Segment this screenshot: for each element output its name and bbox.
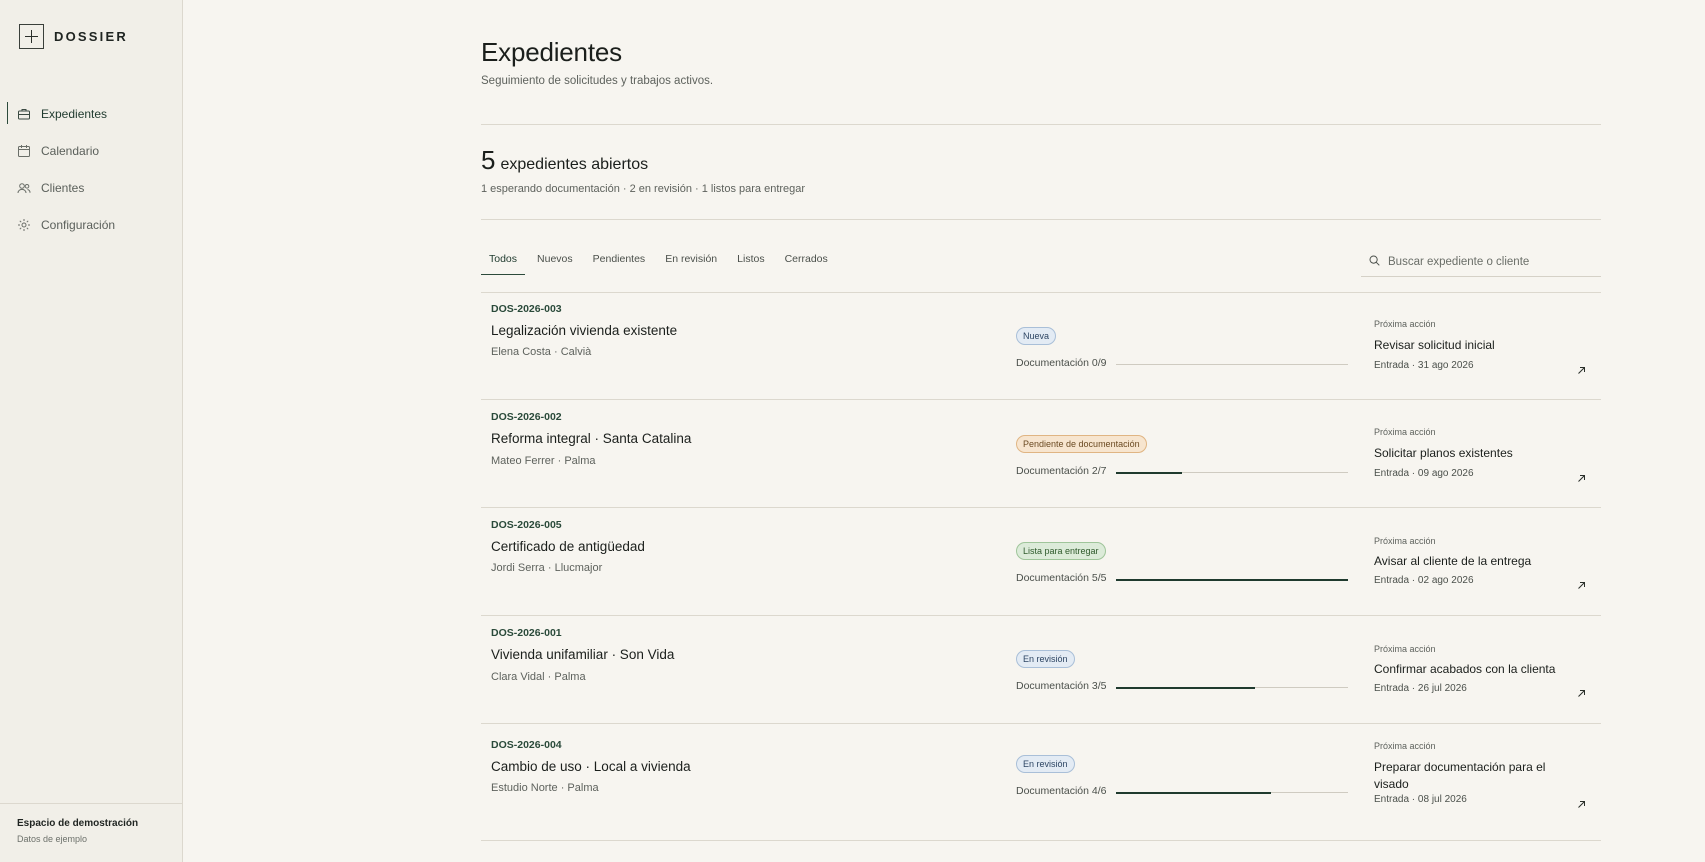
next-action: Preparar documentación para el visado [1374,760,1546,791]
tab-en-revision[interactable]: En revisión [657,253,725,275]
search-icon [1369,253,1380,271]
status-badge: En revisión [1016,650,1075,668]
sidebar-nav: Expedientes Calendario Clientes Configur… [0,95,183,243]
documentation-progress-fill [1116,471,1183,474]
case-code: DOS-2026-001 [491,627,562,639]
sidebar-item-calendario[interactable]: Calendario [0,132,183,169]
sidebar-item-configuracion[interactable]: Configuración [0,206,183,243]
case-title[interactable]: Reforma integral · Santa Catalina [491,431,691,446]
case-row[interactable]: DOS-2026-002 Reforma integral · Santa Cat… [481,400,1601,508]
open-arrow-icon[interactable] [1577,685,1587,697]
next-action-label: Próxima acción [1374,536,1436,546]
status-badge: Nueva [1016,327,1057,345]
tab-listos[interactable]: Listos [729,253,772,275]
next-action: Avisar al cliente de la entrega [1374,554,1532,568]
documentation-progress-fill [1116,791,1271,794]
case-code: DOS-2026-005 [491,519,562,531]
workspace-subtitle: Datos de ejemplo [17,834,88,844]
documentation-count: Documentación 3/5 [1016,680,1107,692]
plus-icon [19,24,44,49]
next-action-label: Próxima acción [1374,427,1436,437]
case-row[interactable]: DOS-2026-005 Certificado de antigüedad Jor… [481,508,1601,616]
case-code: DOS-2026-003 [491,303,562,315]
case-client: Jordi Serra · Llucmajor [491,562,603,574]
case-code: DOS-2026-004 [491,739,562,751]
sidebar-item-label: Configuración [41,217,116,232]
calendar-icon [17,144,31,158]
sidebar-item-expedientes[interactable]: Expedientes [0,95,183,132]
documentation-progress-bar [1116,364,1348,365]
next-action-label: Próxima acción [1374,319,1436,329]
users-icon [17,181,31,195]
status-badge: En revisión [1016,755,1075,773]
open-arrow-icon[interactable] [1577,577,1587,589]
next-action: Confirmar acabados con la clienta [1374,662,1556,676]
workspace-title: Espacio de demostración [17,818,139,829]
filter-tabs: Todos Nuevos Pendientes En revisión List… [481,253,840,275]
open-arrow-icon[interactable] [1577,470,1587,482]
case-client: Clara Vidal · Palma [491,671,586,683]
entry-date: Entrada · 02 ago 2026 [1374,575,1474,586]
open-count-number: 5 [481,145,496,175]
next-action-label: Próxima acción [1374,644,1436,654]
sidebar-item-clientes[interactable]: Clientes [0,169,183,206]
status-badge: Lista para entregar [1016,542,1106,560]
search-box[interactable] [1361,247,1601,277]
case-title[interactable]: Vivienda unifamiliar · Son Vida [491,647,674,662]
tab-nuevos[interactable]: Nuevos [529,253,581,275]
status-breakdown: 1 esperando documentación · 2 en revisió… [481,183,806,195]
open-count-label: expedientes abiertos [500,156,649,173]
page-subtitle: Seguimiento de solicitudes y trabajos ac… [481,75,714,87]
brand[interactable]: DOSSIER [19,24,128,49]
entry-date: Entrada · 31 ago 2026 [1374,360,1474,371]
search-input[interactable] [1388,255,1588,268]
status-badge: Pendiente de documentación [1016,435,1147,453]
case-code: DOS-2026-002 [491,411,562,423]
divider [481,219,1601,220]
open-count: 5 expedientes abiertos [481,145,648,176]
sidebar-item-label: Expedientes [41,106,108,121]
documentation-progress-bar [1116,471,1348,474]
next-action-label: Próxima acción [1374,741,1436,751]
divider [481,124,1601,125]
sidebar-item-label: Clientes [41,180,85,195]
case-client: Estudio Norte · Palma [491,782,599,794]
entry-date: Entrada · 09 ago 2026 [1374,468,1474,479]
documentation-progress-bar [1116,791,1348,794]
next-action: Solicitar planos existentes [1374,446,1513,460]
sidebar: DOSSIER Expedientes Calendario Clientes … [0,0,183,862]
documentation-count: Documentación 5/5 [1016,572,1107,584]
case-client: Elena Costa · Calvià [491,346,592,358]
tab-cerrados[interactable]: Cerrados [777,253,836,275]
sidebar-item-label: Calendario [41,143,100,158]
case-row[interactable]: DOS-2026-004 Cambio de uso · Local a vivi… [481,724,1601,841]
documentation-count: Documentación 2/7 [1016,465,1107,477]
documentation-progress-fill [1116,578,1348,581]
case-title[interactable]: Certificado de antigüedad [491,539,645,554]
documentation-count: Documentación 4/6 [1016,785,1107,797]
workspace-info[interactable]: Espacio de demostración Datos de ejemplo [0,803,183,862]
case-row[interactable]: DOS-2026-003 Legalización vivienda existe… [481,292,1601,400]
briefcase-icon [17,107,31,121]
open-arrow-icon[interactable] [1577,362,1587,374]
entry-date: Entrada · 08 jul 2026 [1374,794,1467,805]
brand-name: DOSSIER [54,29,128,44]
documentation-progress-bar [1116,686,1348,689]
case-title[interactable]: Legalización vivienda existente [491,323,677,338]
case-client: Mateo Ferrer · Palma [491,455,596,467]
tab-todos[interactable]: Todos [481,253,526,275]
tab-pendientes[interactable]: Pendientes [585,253,654,275]
next-action: Revisar solicitud inicial [1374,338,1495,352]
documentation-progress-fill [1116,686,1256,689]
page-title: Expedientes [481,37,622,67]
documentation-progress-bar [1116,578,1348,581]
case-title[interactable]: Cambio de uso · Local a vivienda [491,759,691,774]
open-arrow-icon[interactable] [1577,796,1587,808]
entry-date: Entrada · 26 jul 2026 [1374,683,1467,694]
case-row[interactable]: DOS-2026-001 Vivienda unifamiliar · Son V… [481,616,1601,724]
gear-icon [17,218,31,232]
documentation-count: Documentación 0/9 [1016,357,1107,369]
